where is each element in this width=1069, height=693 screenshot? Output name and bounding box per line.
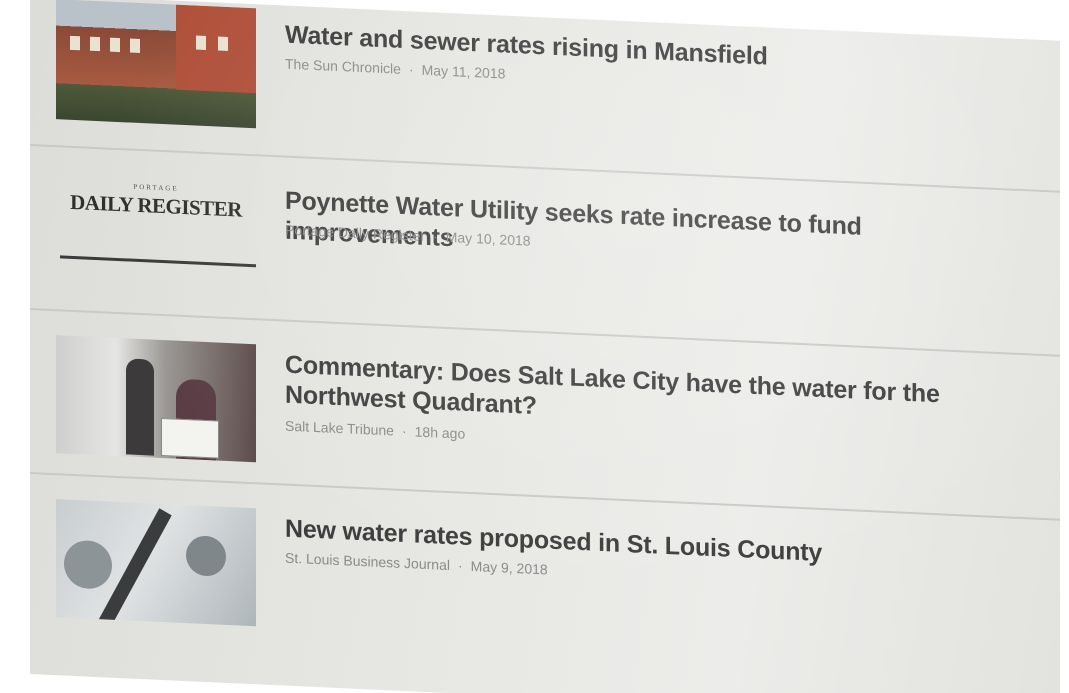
window	[218, 36, 228, 51]
article-thumbnail[interactable]: PORTAGE DAILY REGISTER	[56, 171, 256, 298]
window	[70, 35, 80, 51]
article-source[interactable]: The Sun Chronicle	[285, 56, 401, 77]
article-source[interactable]: Salt Lake Tribune	[285, 418, 394, 439]
article-date: May 9, 2018	[470, 558, 548, 578]
logo-underline	[60, 255, 256, 268]
window	[196, 35, 206, 50]
meta-separator: ·	[457, 557, 463, 574]
article-meta: Salt Lake Tribune · 18h ago	[285, 418, 465, 442]
news-feed-screen: Water and sewer rates rising in Mansfiel…	[30, 0, 1060, 693]
building-wing	[176, 4, 256, 94]
article-date: May 11, 2018	[421, 61, 506, 82]
meta-separator: ·	[433, 228, 438, 245]
meta-separator: ·	[408, 61, 414, 78]
article-thumbnail[interactable]	[56, 0, 256, 129]
article-thumbnail[interactable]	[56, 499, 256, 627]
article-thumbnail[interactable]	[56, 335, 256, 463]
photo-shape	[64, 539, 112, 590]
article-meta: The Sun Chronicle · May 11, 2018	[285, 56, 505, 82]
article-date: 18h ago	[414, 423, 466, 442]
news-feed: Water and sewer rates rising in Mansfiel…	[30, 0, 1060, 683]
window	[110, 37, 120, 53]
photo-shape	[186, 535, 226, 577]
meta-separator: ·	[401, 422, 407, 440]
window	[90, 36, 100, 52]
article-meta: St. Louis Business Journal · May 9, 2018	[285, 550, 548, 578]
window	[130, 38, 140, 53]
photo-frame: Water and sewer rates rising in Mansfiel…	[0, 0, 1069, 693]
podium-sign	[161, 417, 219, 459]
article-source[interactable]: St. Louis Business Journal	[285, 550, 450, 573]
speaker-figure	[126, 358, 154, 456]
